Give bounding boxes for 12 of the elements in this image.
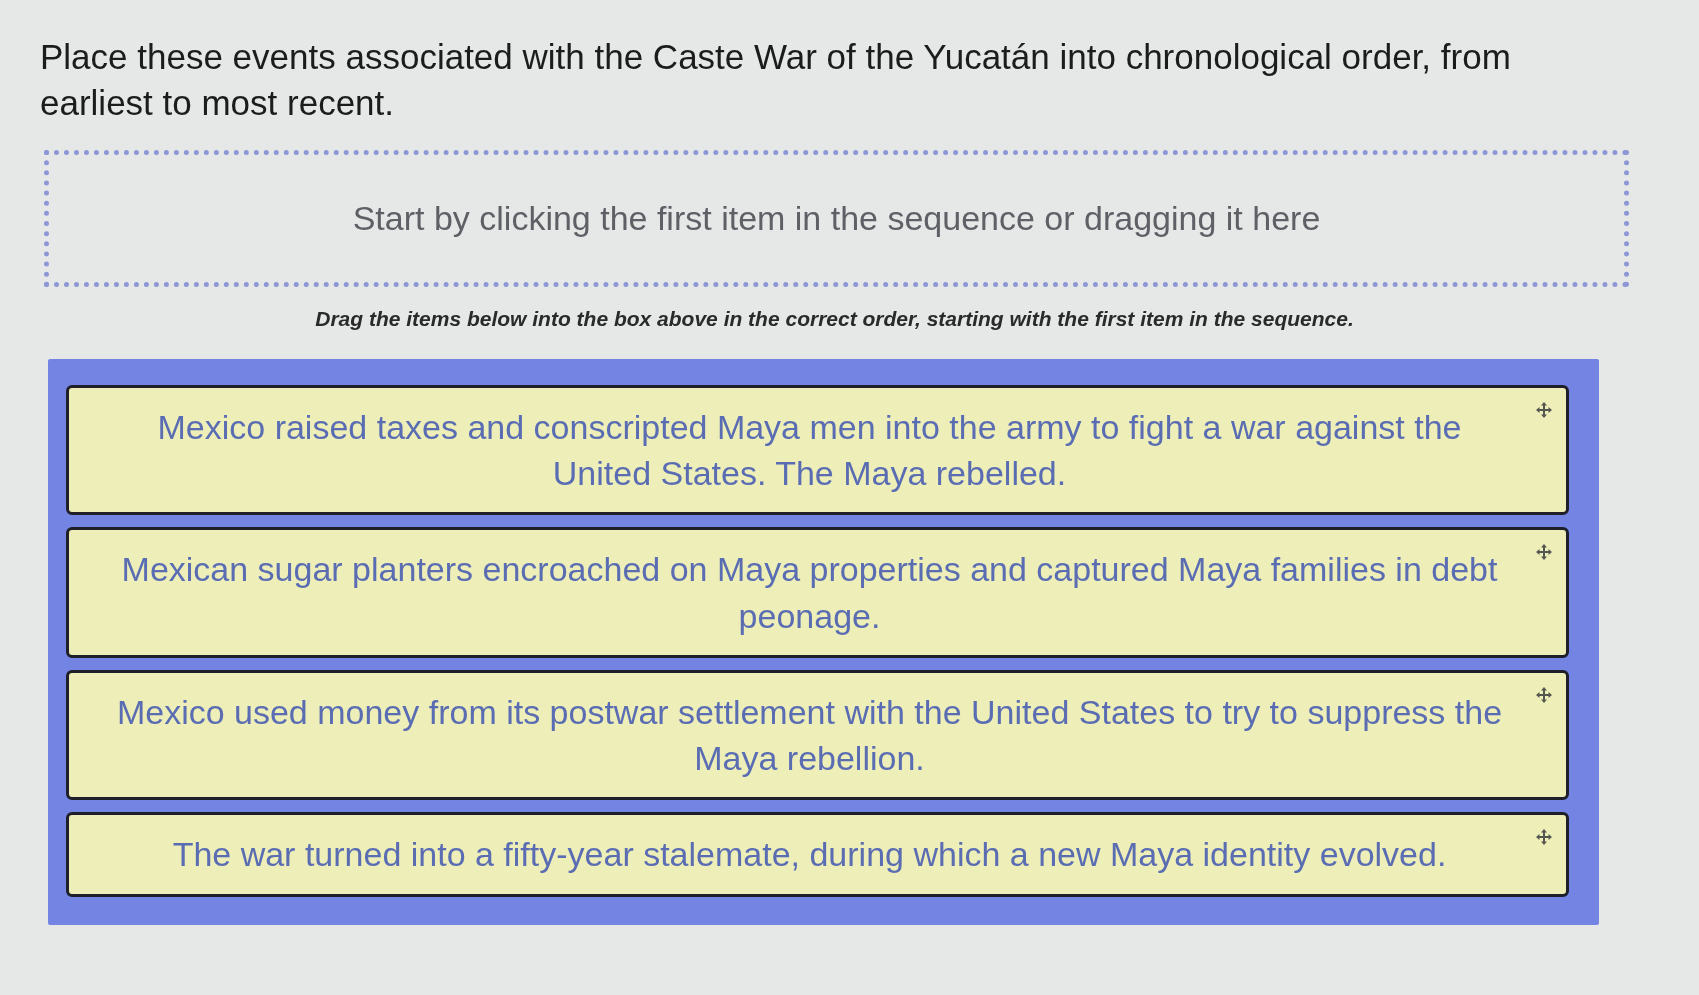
instruction-text: Drag the items below into the box above in the correct order, starting with the first item in the sequence.	[315, 307, 1354, 331]
sequence-item[interactable]: Mexico used money from its postwar settlement with the United States to try to suppress the Maya rebellion.	[66, 669, 1569, 801]
sequence-item[interactable]: Mexican sugar planters encroached on Maya properties and captured Maya families in debt peonage.	[66, 527, 1569, 658]
question-text: Place these events associated with the Caste War of the Yucatán into chronological order, from earliest to most recent.	[40, 36, 1512, 125]
sequence-item[interactable]: The war turned into a fifty-year stalemate, during which a new Maya identity evolved.	[66, 812, 1569, 897]
move-icon	[1536, 544, 1552, 561]
move-icon	[1536, 829, 1552, 846]
move-icon	[1536, 401, 1552, 418]
drop-zone[interactable]: Start by clicking the first item in the sequence or dragging it here	[44, 150, 1629, 288]
drop-zone-prompt: Start by clicking the first item in the sequence or dragging it here	[352, 199, 1321, 238]
move-icon	[1536, 686, 1552, 703]
sequence-item[interactable]: Mexico raised taxes and conscripted Maya men into the army to fight a war against the United States. The Maya rebelled.	[66, 384, 1569, 516]
